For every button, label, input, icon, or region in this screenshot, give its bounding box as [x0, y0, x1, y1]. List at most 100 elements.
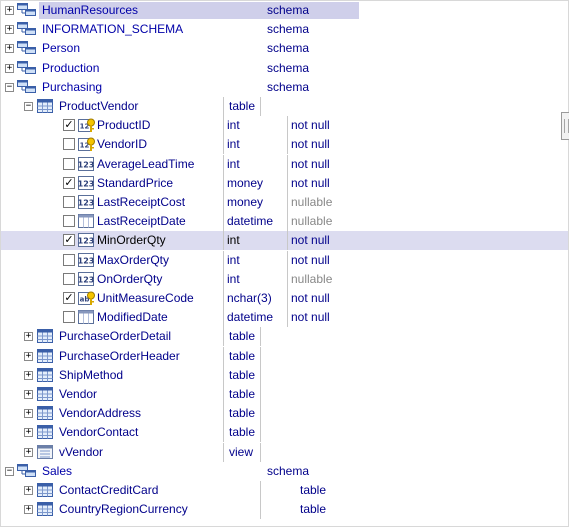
column-name: MinOrderQty	[97, 233, 166, 247]
schema-row[interactable]: + INFORMATION_SCHEMA schema	[1, 20, 568, 39]
checkbox[interactable]	[63, 254, 75, 266]
column-row[interactable]: LastReceiptDate datetime nullable	[1, 212, 568, 231]
checkbox[interactable]	[63, 311, 75, 323]
expand-icon[interactable]: +	[24, 409, 33, 418]
schema-row[interactable]: + Person schema	[1, 39, 568, 58]
column-separator	[223, 443, 224, 462]
table-row[interactable]: + vVendor view	[1, 443, 568, 462]
checkbox[interactable]	[63, 273, 75, 285]
column-name: OnOrderQty	[97, 272, 163, 286]
column-separator	[287, 135, 288, 154]
table-row[interactable]: − ProductVendor table	[1, 97, 568, 116]
column-name: MaxOrderQty	[97, 253, 170, 267]
checkbox[interactable]	[63, 196, 75, 208]
column-row[interactable]: ✓ ab UnitMeasureCode nchar(3) not null	[1, 289, 568, 308]
column-separator	[287, 231, 288, 250]
expand-icon[interactable]: +	[24, 428, 33, 437]
column-nullability: not null	[291, 157, 330, 171]
column-name: StandardPrice	[97, 176, 174, 190]
column-separator	[287, 116, 288, 135]
schema-row[interactable]: − Purchasing schema	[1, 78, 568, 97]
collapse-icon[interactable]: −	[5, 467, 14, 476]
column-separator	[223, 212, 224, 231]
expand-icon[interactable]: +	[24, 352, 33, 361]
column-type: money	[227, 176, 264, 190]
expand-icon[interactable]: +	[5, 64, 14, 73]
expand-icon[interactable]: +	[24, 390, 33, 399]
column-separator	[223, 423, 224, 442]
table-kind: table	[229, 329, 256, 343]
schema-icon	[17, 22, 37, 37]
numeric-icon: 123	[78, 157, 94, 172]
table-row[interactable]: + VendorContact table	[1, 423, 568, 442]
checkbox[interactable]	[63, 215, 75, 227]
expand-icon[interactable]: +	[24, 486, 33, 495]
column-name: LastReceiptDate	[97, 214, 186, 228]
svg-text:123: 123	[78, 237, 94, 246]
expand-icon[interactable]: +	[5, 44, 14, 53]
table-row[interactable]: + PurchaseOrderDetail table	[1, 327, 568, 346]
column-row[interactable]: 123 LastReceiptCost money nullable	[1, 193, 568, 212]
table-icon	[37, 483, 53, 498]
column-separator	[287, 308, 288, 327]
column-name: ModifiedDate	[97, 310, 168, 324]
column-row[interactable]: ✓ 123 StandardPrice money not null	[1, 174, 568, 193]
schema-tree[interactable]: + HumanResources schema + INFORMATION_SCHEMA…	[0, 0, 569, 527]
table-row[interactable]: + VendorAddress table	[1, 404, 568, 423]
schema-row[interactable]: + Production schema	[1, 59, 568, 78]
schema-icon	[17, 464, 37, 479]
table-name: ProductVendor	[59, 99, 139, 113]
column-separator	[260, 423, 261, 442]
column-nullability: not null	[291, 118, 330, 132]
column-row[interactable]: 12 VendorID int not null	[1, 135, 568, 154]
table-kind: table	[300, 483, 327, 497]
table-name: Vendor	[59, 387, 98, 401]
column-nullability: not null	[291, 176, 330, 190]
table-row[interactable]: + CountryRegionCurrency table	[1, 500, 568, 519]
datetime-icon	[78, 310, 94, 325]
expand-icon[interactable]: +	[24, 371, 33, 380]
table-icon	[37, 349, 53, 364]
schema-row[interactable]: + HumanResources schema	[1, 1, 568, 20]
column-separator	[223, 347, 224, 366]
column-row[interactable]: ✓ 123 MinOrderQty int not null	[1, 231, 568, 250]
table-row[interactable]: + PurchaseOrderHeader table	[1, 347, 568, 366]
schema-row[interactable]: − Sales schema	[1, 462, 568, 481]
checkbox[interactable]	[63, 138, 75, 150]
column-separator	[287, 155, 288, 174]
schema-icon	[17, 41, 37, 56]
column-row[interactable]: 123 OnOrderQty int nullable	[1, 270, 568, 289]
column-separator	[223, 327, 224, 346]
column-row[interactable]: 123 MaxOrderQty int not null	[1, 251, 568, 270]
expand-icon[interactable]: +	[5, 6, 14, 15]
collapse-icon[interactable]: −	[5, 83, 14, 92]
table-kind: view	[229, 445, 254, 459]
expand-icon[interactable]: +	[5, 25, 14, 34]
checked-checkbox[interactable]: ✓	[63, 119, 75, 131]
column-row[interactable]: 123 AverageLeadTime int not null	[1, 155, 568, 174]
column-separator	[260, 366, 261, 385]
column-nullability: nullable	[291, 272, 333, 286]
column-row[interactable]: ✓ 12 ProductID int not null	[1, 116, 568, 135]
checked-checkbox[interactable]: ✓	[63, 177, 75, 189]
column-separator	[223, 231, 224, 250]
checked-checkbox[interactable]: ✓	[63, 234, 75, 246]
table-row[interactable]: + ContactCreditCard table	[1, 481, 568, 500]
table-kind: table	[229, 349, 256, 363]
checkbox[interactable]	[63, 158, 75, 170]
expand-icon[interactable]: +	[24, 505, 33, 514]
column-type: int	[227, 272, 240, 286]
scroll-grip[interactable]	[561, 112, 569, 140]
datetime-icon	[78, 214, 94, 229]
column-name: ProductID	[97, 118, 151, 132]
column-separator	[223, 366, 224, 385]
expand-icon[interactable]: +	[24, 332, 33, 341]
collapse-icon[interactable]: −	[24, 102, 33, 111]
column-separator	[223, 289, 224, 308]
column-row[interactable]: ModifiedDate datetime not null	[1, 308, 568, 327]
table-row[interactable]: + Vendor table	[1, 385, 568, 404]
expand-icon[interactable]: +	[24, 448, 33, 457]
table-row[interactable]: + ShipMethod table	[1, 366, 568, 385]
checked-checkbox[interactable]: ✓	[63, 292, 75, 304]
column-nullability: not null	[291, 233, 330, 247]
